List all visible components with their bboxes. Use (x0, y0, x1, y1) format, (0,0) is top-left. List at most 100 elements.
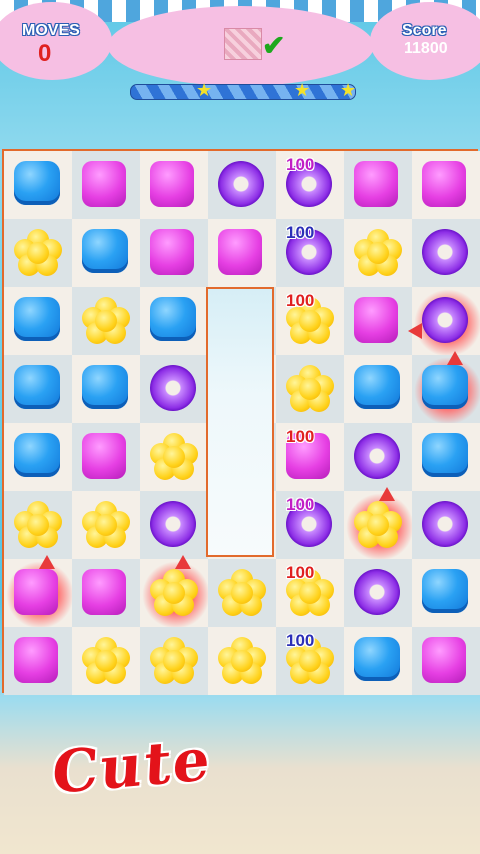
board-cell[interactable]: 100 (276, 287, 344, 355)
board-cell[interactable]: 100 (276, 219, 344, 287)
yellow-candy[interactable] (218, 637, 266, 685)
board-cell[interactable] (72, 627, 140, 695)
pink-candy[interactable] (218, 229, 266, 277)
board-cell[interactable]: 100 (276, 491, 344, 559)
board-cell[interactable]: 100 (276, 423, 344, 491)
board-cell[interactable] (4, 627, 72, 695)
purple-candy[interactable] (422, 229, 470, 277)
board-cell[interactable] (408, 287, 480, 357)
yellow-candy[interactable] (14, 229, 62, 277)
board-cell[interactable] (208, 219, 276, 287)
board-cell[interactable] (208, 627, 276, 695)
yellow-candy[interactable] (218, 569, 266, 617)
pink-candy[interactable] (150, 229, 198, 277)
board-cell[interactable] (208, 559, 276, 627)
yellow-candy[interactable] (286, 365, 334, 413)
board-cell[interactable] (72, 491, 140, 559)
purple-candy[interactable] (150, 365, 198, 413)
board-cell[interactable]: 100 (276, 151, 344, 219)
board-cell[interactable] (72, 559, 140, 627)
pink-candy[interactable] (354, 161, 402, 209)
board-cell[interactable] (72, 287, 140, 355)
blue-candy[interactable] (354, 365, 402, 413)
purple-candy[interactable] (422, 501, 470, 549)
board-cell[interactable] (140, 151, 208, 219)
purple-candy[interactable] (354, 569, 402, 617)
yellow-candy[interactable] (354, 501, 402, 549)
board-cell[interactable] (140, 423, 208, 491)
pink-candy[interactable] (422, 161, 470, 209)
score-label: Score (402, 22, 447, 39)
blue-candy[interactable] (422, 365, 470, 413)
board-cell[interactable] (208, 151, 276, 219)
board-cell[interactable] (4, 555, 74, 645)
yellow-candy[interactable] (150, 569, 198, 617)
board-cell[interactable] (72, 355, 140, 423)
board-cell[interactable] (344, 355, 412, 423)
board-cell[interactable] (412, 219, 480, 287)
blue-candy[interactable] (422, 433, 470, 481)
yellow-candy[interactable] (150, 637, 198, 685)
board-cell[interactable] (140, 219, 208, 287)
board-cell[interactable] (4, 151, 72, 219)
board-cell[interactable] (140, 287, 208, 355)
pink-candy-icon (422, 161, 466, 207)
board-cell[interactable] (4, 219, 72, 287)
pink-candy[interactable] (82, 433, 130, 481)
yellow-candy[interactable] (150, 433, 198, 481)
board-cell[interactable] (140, 355, 208, 423)
pink-candy[interactable] (14, 637, 62, 685)
yellow-candy[interactable] (82, 637, 130, 685)
blue-candy[interactable] (422, 569, 470, 617)
board-cell[interactable] (72, 219, 140, 287)
blue-candy[interactable] (14, 365, 62, 413)
yellow-candy[interactable] (354, 229, 402, 277)
blue-candy[interactable] (14, 433, 62, 481)
pink-candy[interactable] (354, 297, 402, 345)
purple-candy[interactable] (218, 161, 266, 209)
board-cell[interactable] (344, 423, 412, 491)
yellow-candy[interactable] (82, 297, 130, 345)
board-cell[interactable] (412, 491, 480, 559)
blue-candy[interactable] (150, 297, 198, 345)
board-cell[interactable] (72, 423, 140, 491)
pink-candy[interactable] (150, 161, 198, 209)
blue-candy[interactable] (82, 365, 130, 413)
pink-candy[interactable] (82, 569, 130, 617)
pink-candy[interactable] (14, 569, 62, 617)
yellow-candy[interactable] (14, 501, 62, 549)
board-cell[interactable] (412, 351, 480, 441)
pink-candy[interactable] (82, 161, 130, 209)
blue-candy[interactable] (14, 161, 62, 209)
blue-candy[interactable] (354, 637, 402, 685)
board-cell[interactable] (344, 559, 412, 627)
board-cell[interactable]: 100 (276, 627, 344, 695)
yellow-candy[interactable] (82, 501, 130, 549)
combo-banner: Cute (50, 724, 214, 808)
board-cell[interactable] (140, 555, 210, 645)
board-cell[interactable] (140, 627, 208, 695)
board-cell[interactable] (412, 627, 480, 695)
purple-candy[interactable] (354, 433, 402, 481)
board-cell[interactable] (72, 151, 140, 219)
board-cell[interactable] (140, 491, 208, 559)
board-cell[interactable]: 100 (276, 559, 344, 627)
pink-candy[interactable] (422, 637, 470, 685)
purple-candy[interactable] (422, 297, 470, 345)
board-cell[interactable] (344, 627, 412, 695)
board-cell[interactable] (4, 491, 72, 559)
board-cell[interactable] (4, 355, 72, 423)
board-cell[interactable] (4, 423, 72, 491)
board-cell[interactable] (344, 219, 412, 287)
board-cell[interactable] (412, 151, 480, 219)
board-cell[interactable] (412, 423, 480, 491)
board-cell[interactable] (412, 559, 480, 627)
blue-candy[interactable] (14, 297, 62, 345)
board-cell[interactable] (344, 487, 414, 577)
board-cell[interactable] (4, 287, 72, 355)
board-cell[interactable] (344, 287, 412, 355)
purple-candy[interactable] (150, 501, 198, 549)
board-cell[interactable] (344, 151, 412, 219)
board-cell[interactable] (276, 355, 344, 423)
blue-candy[interactable] (82, 229, 130, 277)
